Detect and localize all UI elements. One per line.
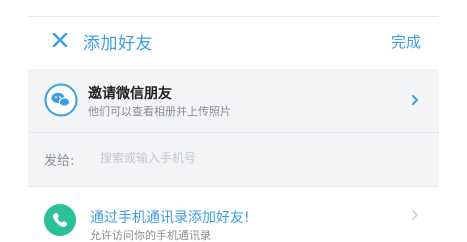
header-bar: 添加好友 完成 [28,17,439,69]
close-icon [52,32,68,48]
wechat-icon [44,83,78,117]
done-button[interactable]: 完成 [391,31,421,52]
close-button[interactable] [50,30,70,50]
add-from-contacts-row[interactable]: 通过手机通讯录添加好友! 允许访问你的手机通讯录 [28,186,439,242]
add-from-contacts-subtitle: 允许访问你的手机通讯录 [90,229,211,242]
page-title: 添加好友 [83,34,153,54]
send-to-label: 发给: [44,154,75,169]
send-to-row: 发给: [28,133,439,186]
add-friends-screen: 添加好友 完成 邀请微信朋友 他们可以查看相册并上传照片 发给: 通过手机通讯录… [0,0,467,242]
add-from-contacts-title: 通过手机通讯录添加好友! [90,210,250,226]
phone-search-input[interactable] [100,145,350,171]
invite-wechat-subtitle: 他们可以查看相册并上传照片 [88,105,231,118]
chevron-right-icon [412,95,418,105]
invite-wechat-row[interactable]: 邀请微信朋友 他们可以查看相册并上传照片 [28,69,439,132]
invite-wechat-title: 邀请微信朋友 [88,86,172,102]
phone-icon [44,204,76,236]
chevron-right-icon [412,210,418,220]
